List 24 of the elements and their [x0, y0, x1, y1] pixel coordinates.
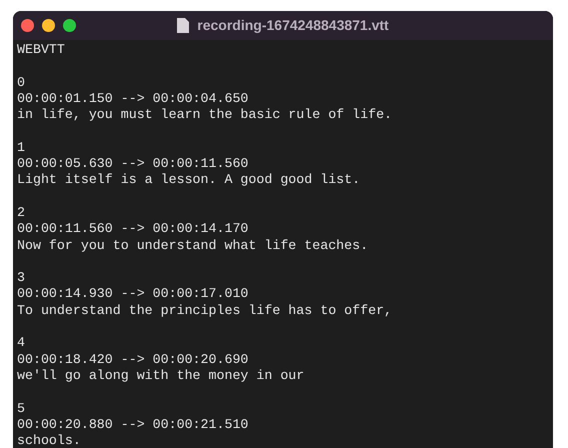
cue-timing: 00:00:01.150 --> 00:00:04.650	[17, 90, 248, 106]
cue-number: 1	[17, 140, 25, 155]
cue-text: in life, you must learn the basic rule of life.	[17, 107, 392, 122]
cue-text: schools.	[17, 433, 81, 448]
cue-text: To understand the principles life has to offer,	[17, 302, 392, 318]
cue-timing: 00:00:18.420 --> 00:00:20.690	[17, 352, 248, 367]
cue-text: Light itself is a lesson. A good good list.	[17, 172, 360, 188]
cue-number: 5	[17, 400, 25, 416]
cue-number: 4	[17, 335, 25, 350]
cue-text: we'll go along with the money in our	[17, 368, 304, 383]
cue-number: 2	[17, 204, 25, 220]
cue-timing: 00:00:05.630 --> 00:00:11.560	[17, 156, 248, 172]
file-header: WEBVTT	[17, 42, 65, 57]
cue-number: 0	[17, 74, 25, 90]
cue-timing: 00:00:14.930 --> 00:00:17.010	[17, 286, 248, 302]
close-button[interactable]	[21, 19, 34, 32]
cue-text: Now for you to understand what life teaches.	[17, 238, 368, 253]
document-icon	[177, 18, 190, 33]
window-title: recording-1674248843871.vtt	[197, 16, 389, 35]
cue-number: 3	[17, 270, 25, 286]
minimize-button[interactable]	[42, 19, 55, 32]
cue-timing: 00:00:20.880 --> 00:00:21.510	[17, 416, 248, 432]
cue-timing: 00:00:11.560 --> 00:00:14.170	[17, 221, 248, 236]
zoom-button[interactable]	[63, 19, 76, 32]
